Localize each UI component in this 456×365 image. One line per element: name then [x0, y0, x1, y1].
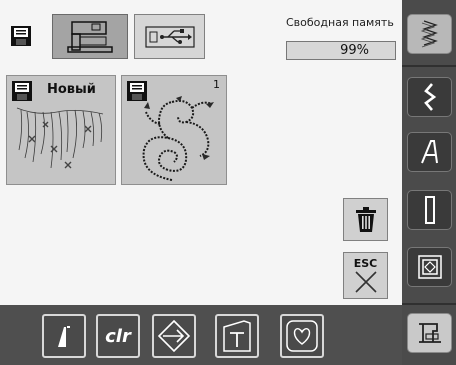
- stitch-icon: [420, 20, 438, 48]
- quilt-icon: [417, 255, 442, 279]
- delete-button[interactable]: [343, 198, 388, 241]
- design-card-label: Новый: [47, 82, 96, 97]
- zigzag-icon: [423, 83, 436, 111]
- buttonhole-button[interactable]: [407, 190, 452, 230]
- rotate-button[interactable]: [152, 314, 196, 358]
- rail-divider: [402, 303, 456, 305]
- favorites-button[interactable]: [280, 314, 324, 358]
- rotate-icon: [157, 319, 191, 353]
- usb-icon: [144, 25, 195, 48]
- stitch-button[interactable]: [407, 14, 452, 54]
- needle-stop-button[interactable]: [42, 314, 86, 358]
- main-screen: Свободная память 99% Новый 1 ESC: [0, 0, 402, 305]
- machine-memory-tab[interactable]: [52, 14, 128, 59]
- alphabet-icon: [420, 140, 438, 164]
- willow-design-thumbnail: [7, 102, 115, 188]
- heart-icon: [286, 320, 318, 352]
- needle-stop-icon: [58, 326, 70, 347]
- usb-tab[interactable]: [134, 14, 205, 59]
- right-rail: [402, 0, 456, 365]
- design-card-new[interactable]: Новый: [6, 75, 116, 185]
- embroidery-mode-button[interactable]: [407, 313, 452, 353]
- free-memory-value: 99%: [286, 41, 396, 60]
- clr-button[interactable]: clr: [96, 314, 140, 358]
- close-icon: [354, 270, 377, 293]
- machine-memory-icon: [67, 20, 113, 53]
- rail-divider: [402, 65, 456, 67]
- hoop-icon: [223, 320, 251, 352]
- buttonhole-icon: [424, 196, 435, 224]
- free-memory-label: Свободная память: [286, 16, 394, 29]
- design-card-number: 1: [213, 78, 220, 91]
- alphabet-button[interactable]: [407, 132, 452, 172]
- design-card-1[interactable]: 1: [121, 75, 227, 185]
- trash-icon: [355, 206, 376, 232]
- hoop-button[interactable]: [215, 314, 259, 358]
- clr-icon: clr: [105, 325, 131, 347]
- zigzag-button[interactable]: [407, 77, 452, 117]
- esc-button[interactable]: ESC: [343, 252, 388, 299]
- embroidery-machine-icon: [418, 323, 441, 343]
- floppy-icon: [10, 25, 32, 51]
- ornament-design-thumbnail: [132, 94, 222, 188]
- quilt-button[interactable]: [407, 247, 452, 287]
- esc-label: ESC: [353, 257, 378, 270]
